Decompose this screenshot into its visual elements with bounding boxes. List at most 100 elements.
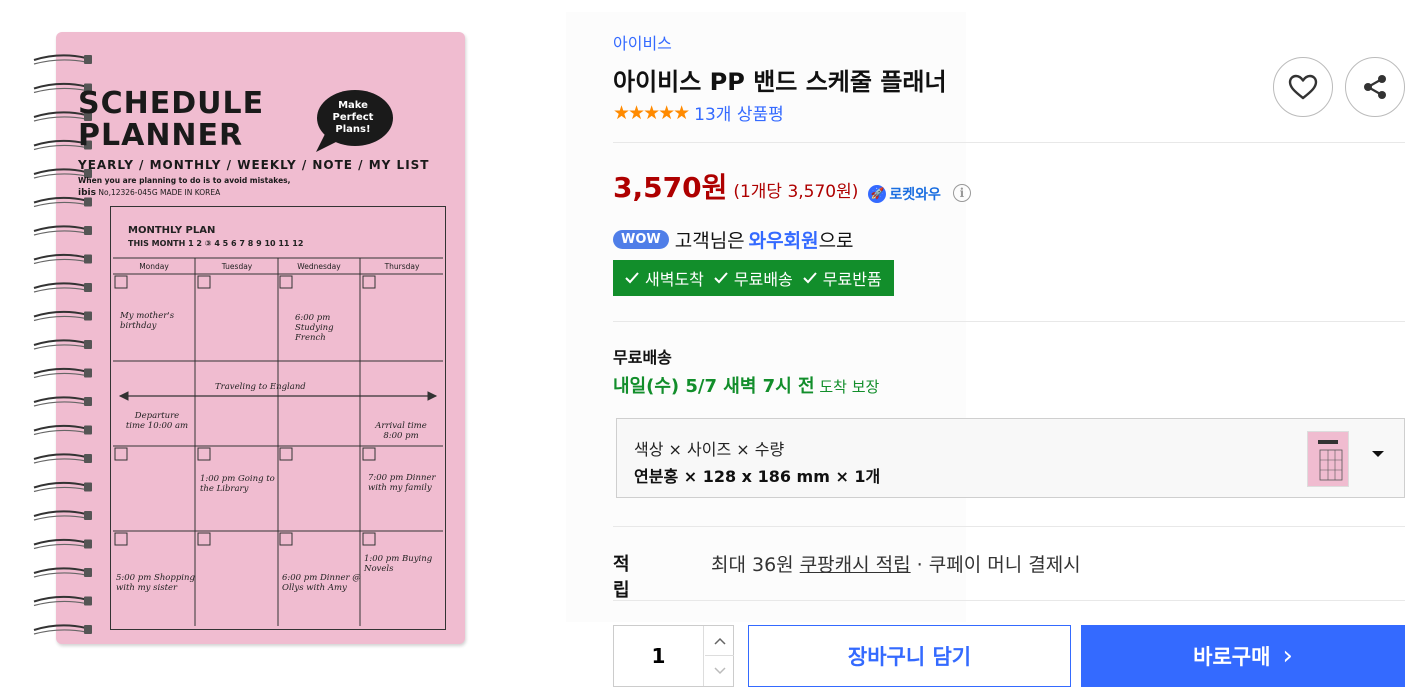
product-title: 아이비스 PP 밴드 스케줄 플래너: [613, 68, 947, 96]
spiral-coil: [33, 538, 92, 550]
note-french: 6:00 pm Studying French: [295, 313, 334, 343]
spiral-coil: [33, 453, 92, 464]
spiral-coil: [33, 396, 92, 407]
delivery-guarantee: 도착 보장: [814, 378, 880, 396]
spiral-coil: [33, 54, 92, 65]
chevron-up-icon: [713, 637, 726, 645]
spiral-coil: [33, 624, 92, 635]
cover-title-line2: PLANNER: [78, 118, 244, 153]
option-select[interactable]: 색상 × 사이즈 × 수량 연분홍 × 128 x 186 mm × 1개: [616, 418, 1405, 498]
quantity-stepper: [613, 625, 734, 687]
bubble-text: Make Perfect Plans!: [332, 100, 374, 135]
shipping-label: 무료배송: [613, 348, 672, 367]
rocket-icon: 🚀: [868, 184, 887, 203]
points-label: 적립: [613, 554, 630, 601]
cover-title: SCHEDULE PLANNER: [78, 88, 264, 152]
add-to-cart-button[interactable]: 장바구니 담기: [748, 625, 1071, 687]
benefit-label: 무료배송: [733, 270, 793, 289]
note-arrival: Arrival time 8:00 pm: [375, 421, 427, 441]
wow-member-row: WOW 고객님은 와우회원으로: [613, 226, 854, 253]
quantity-increase-button[interactable]: [705, 626, 734, 656]
share-icon: [1364, 75, 1386, 99]
wow-benefits-bar: 새벽도착 무료배송 무료반품: [613, 260, 894, 296]
product-info-panel: 아이비스 아이비스 PP 밴드 스케줄 플래너 ★★★★★ 13개 상품평 3,…: [613, 0, 1405, 700]
divider-title: [613, 142, 1405, 143]
option-thumbnail: [1307, 431, 1349, 487]
chevron-down-icon: [1372, 451, 1384, 457]
spiral-coil: [33, 481, 92, 493]
rocket-wow-badge: 🚀 로켓와우: [868, 184, 941, 204]
delivery-date-strong: 내일(수) 5/7 새벽 7시 전: [613, 376, 815, 397]
divider-option: [613, 526, 1405, 527]
note-travel: Traveling to England: [215, 382, 306, 392]
spiral-coil: [33, 310, 92, 322]
spiral-coil: [33, 367, 92, 379]
quantity-input[interactable]: [614, 626, 704, 686]
cover-brand: ibis No,12326-045G MADE IN KOREA: [78, 188, 220, 198]
chevron-down-icon: [713, 667, 726, 675]
wow-text-pre: 고객님은: [674, 230, 745, 252]
rocket-wow-label: 로켓와우: [889, 186, 941, 203]
benefit-label: 새벽도착: [645, 270, 704, 289]
brand-link[interactable]: 아이비스: [613, 30, 672, 54]
points-condition: · 쿠페이 머니 결제시: [910, 554, 1081, 576]
spiral-coil: [33, 567, 92, 578]
share-button[interactable]: [1345, 57, 1405, 117]
buy-now-button[interactable]: 바로구매 ›: [1081, 625, 1405, 687]
coupang-cash-link[interactable]: 쿠팡캐시 적립: [800, 554, 911, 576]
sale-price: 3,570원: [613, 171, 728, 204]
wishlist-button[interactable]: [1273, 57, 1333, 117]
chevron-right-icon: ›: [1282, 641, 1293, 671]
note-novels: 1:00 pm Buying Novels: [364, 554, 433, 574]
info-icon[interactable]: i: [952, 184, 971, 202]
rating-stars-icon: ★★★★★: [613, 101, 690, 124]
cover-tagline: When you are planning to do is to avoid …: [78, 176, 291, 185]
spiral-coil: [33, 253, 92, 265]
spiral-coil: [33, 339, 92, 350]
spiral-coil: [33, 196, 92, 208]
note-family: 7:00 pm Dinner with my family: [368, 473, 436, 493]
day-monday: Monday: [139, 262, 169, 271]
buy-now-label: 바로구매: [1193, 645, 1271, 669]
spiral-coil: [33, 424, 92, 436]
cover-subtitle: YEARLY / MONTHLY / WEEKLY / NOTE / MY LI…: [78, 158, 430, 172]
review-count-link[interactable]: 13개 상품평: [694, 100, 784, 125]
notebook-thumbnail-icon: [1314, 436, 1346, 484]
note-departure: Departure time 10:00 am: [125, 411, 189, 431]
benefit-label: 무료반품: [822, 270, 882, 289]
price-row: 3,570원 (1개당 3,570원) 🚀 로켓와우 i: [613, 166, 971, 206]
check-icon: [714, 272, 728, 284]
quantity-decrease-button[interactable]: [705, 656, 734, 686]
plan-month: THIS MONTH 1 2 ③ 4 5 6 7 8 9 10 11 12: [128, 239, 304, 248]
spiral-coil: [33, 510, 92, 521]
benefit-free-return: 무료반품: [803, 266, 882, 290]
note-library: 1:00 pm Going to the Library: [200, 474, 275, 494]
check-icon: [803, 272, 817, 284]
day-thursday: Thursday: [384, 262, 420, 271]
spiral-coil: [33, 225, 92, 236]
delivery-date: 내일(수) 5/7 새벽 7시 전 도착 보장: [613, 372, 879, 398]
check-icon: [625, 272, 639, 284]
wow-member-link[interactable]: 와우회원: [749, 230, 819, 252]
product-image: SCHEDULE PLANNER Make Perfect Plans! YEA…: [20, 18, 480, 658]
note-dinner-amy: 6:00 pm Dinner @ Ollys with Amy: [282, 573, 361, 593]
unit-price: (1개당 3,570원): [733, 182, 859, 202]
cover-brand-name: ibis: [78, 188, 96, 198]
cover-brand-code: No,12326-045G MADE IN KOREA: [95, 188, 221, 197]
heart-icon: [1288, 74, 1318, 100]
note-birthday: My mother's birthday: [120, 311, 175, 331]
wow-badge: WOW: [613, 230, 669, 249]
option-value: 연분홍 × 128 x 186 mm × 1개: [634, 467, 881, 486]
rating-row: ★★★★★ 13개 상품평: [613, 100, 784, 126]
cover-title-line1: SCHEDULE: [78, 86, 265, 121]
benefit-dawn: 새벽도착: [625, 266, 704, 290]
spiral-coil: [33, 282, 92, 293]
day-tuesday: Tuesday: [221, 262, 253, 271]
note-shopping: 5:00 pm Shopping with my sister: [116, 573, 195, 593]
divider-points: [613, 600, 1405, 601]
benefit-free-shipping: 무료배송: [714, 266, 793, 290]
points-text: 최대 36원 쿠팡캐시 적립 · 쿠페이 머니 결제시: [711, 550, 1081, 577]
option-label: 색상 × 사이즈 × 수량: [634, 440, 785, 459]
wow-text-post: 으로: [818, 230, 854, 252]
points-amount: 최대 36원: [711, 554, 800, 576]
